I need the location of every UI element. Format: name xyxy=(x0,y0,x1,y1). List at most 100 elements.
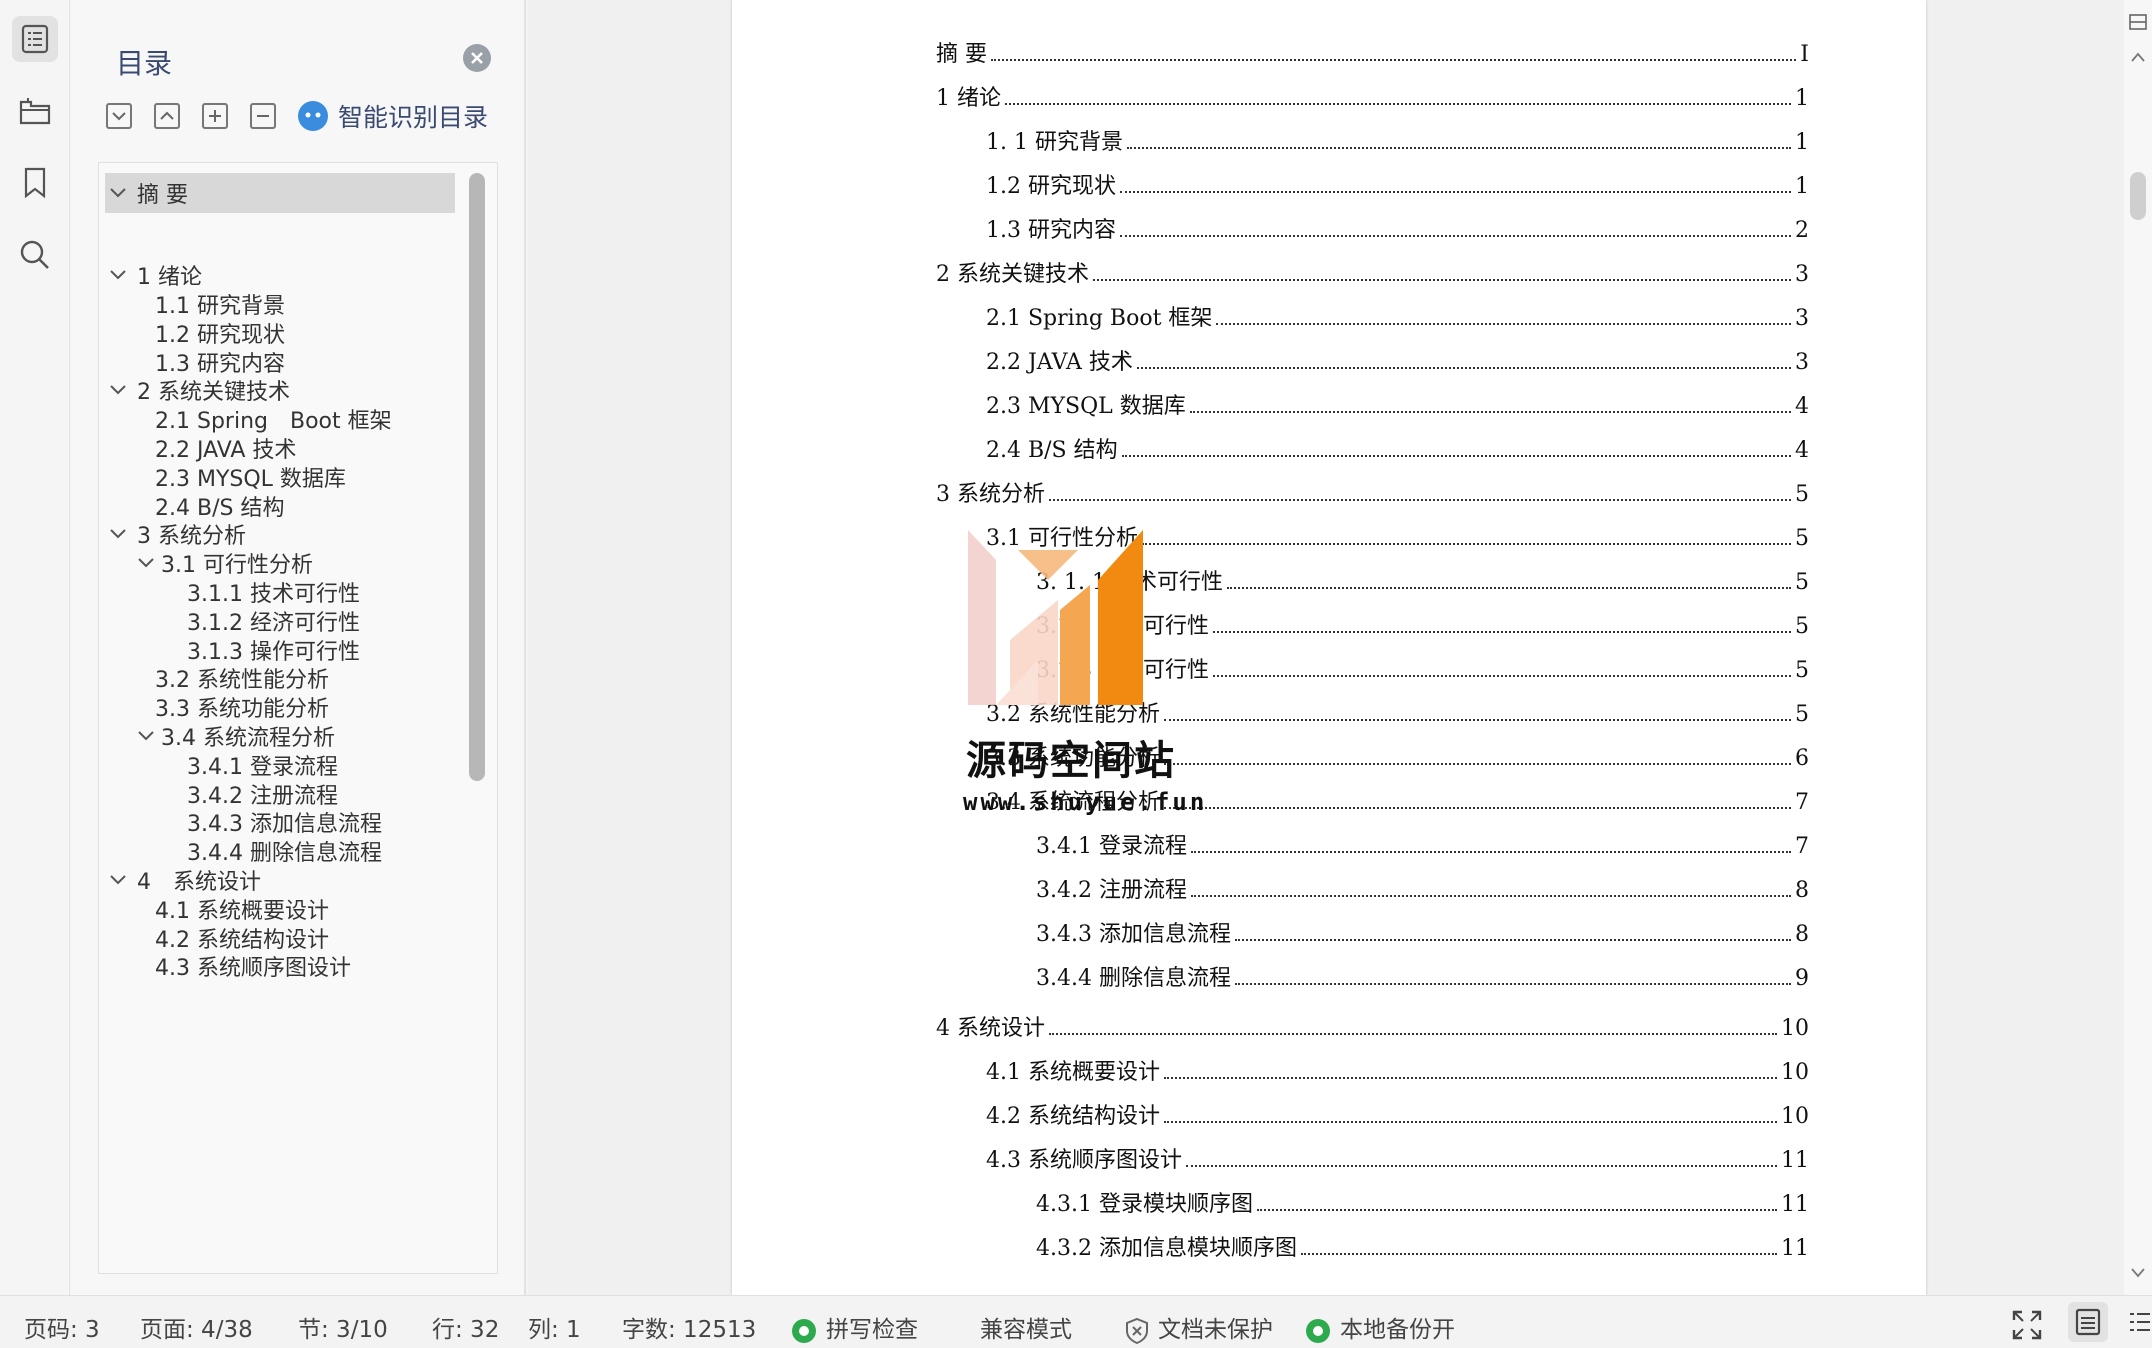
doc-toc-leader xyxy=(1256,1195,1777,1211)
close-icon[interactable] xyxy=(463,44,491,72)
doc-toc-page-number: 1 xyxy=(1795,130,1809,155)
doc-toc-line[interactable]: 3 系统分析 5 xyxy=(936,476,1809,516)
search-icon[interactable] xyxy=(12,232,58,278)
toc-tree: 摘 要 1 绪论 1.1 研究背景 1.2 研究现状 1.3 研究内容 2 系统… xyxy=(98,162,498,1274)
page-view-icon xyxy=(2075,1308,2101,1336)
doc-toc-label: 摘 要 xyxy=(936,42,987,67)
doc-toc-leader xyxy=(1300,1239,1777,1255)
toc-tree-item[interactable]: 4.3 系统顺序图设计 xyxy=(155,947,351,985)
remove-level-icon[interactable] xyxy=(250,103,276,129)
doc-toc-line[interactable]: 2 系统关键技术 3 xyxy=(936,256,1809,296)
doc-toc-page-number: 10 xyxy=(1781,1104,1809,1129)
smart-toc-button[interactable]: 智能识别目录 xyxy=(298,98,488,134)
chevron-down-icon[interactable] xyxy=(133,558,159,568)
doc-toc-leader xyxy=(1163,749,1791,765)
doc-toc-label: 4.3 系统顺序图设计 xyxy=(986,1148,1182,1173)
doc-toc-line[interactable]: 3.4.3 添加信息流程 8 xyxy=(1036,916,1809,956)
doc-toc-leader xyxy=(1119,177,1791,193)
doc-toc-line[interactable]: 摘 要I xyxy=(936,36,1809,76)
doc-toc-line[interactable]: 4.3 系统顺序图设计 11 xyxy=(986,1142,1809,1182)
doc-toc-line[interactable]: 4.3.2 添加信息模块顺序图 11 xyxy=(1036,1230,1809,1270)
doc-protect-button[interactable]: 文档未保护 xyxy=(1124,1310,1273,1345)
chevron-down-icon[interactable] xyxy=(105,188,131,198)
compat-mode-label[interactable]: 兼容模式 xyxy=(980,1310,1072,1344)
doc-toc-label: 1.2 研究现状 xyxy=(986,174,1116,199)
doc-toc-page-number: 1 xyxy=(1795,86,1809,111)
toc-scrollbar[interactable] xyxy=(469,173,485,781)
local-backup-icon xyxy=(1306,1318,1330,1343)
doc-toc-line[interactable]: 4.2 系统结构设计 10 xyxy=(986,1098,1809,1138)
status-section[interactable]: 节: 3/10 xyxy=(298,1310,388,1344)
doc-toc-page-number: 5 xyxy=(1795,526,1809,551)
doc-toc-leader xyxy=(1141,529,1791,545)
doc-toc-leader xyxy=(1190,837,1791,853)
doc-toc-page-number: 8 xyxy=(1795,922,1809,947)
add-level-icon[interactable] xyxy=(202,103,228,129)
status-col[interactable]: 列: 1 xyxy=(528,1310,581,1344)
status-page-code[interactable]: 页码: 3 xyxy=(24,1310,100,1344)
doc-toc-leader xyxy=(1163,1063,1777,1079)
doc-toc-label: 2 系统关键技术 xyxy=(936,262,1089,287)
doc-toc-leader xyxy=(1212,661,1791,677)
scroll-up-icon[interactable] xyxy=(2131,52,2145,62)
doc-toc-line[interactable]: 2.1 Spring Boot 框架 3 xyxy=(986,300,1809,340)
doc-toc-label: 2.1 Spring Boot 框架 xyxy=(986,306,1213,331)
doc-toc-line[interactable]: 3.4.1 登录流程 7 xyxy=(1036,828,1809,868)
page-view-button[interactable] xyxy=(2068,1302,2108,1342)
chevron-down-icon[interactable] xyxy=(105,875,131,885)
doc-toc-line[interactable]: 4 系统设计 10 xyxy=(936,1010,1809,1050)
doc-toc-line[interactable]: 2.2 JAVA 技术 3 xyxy=(986,344,1809,384)
doc-toc-line[interactable]: 1.3 研究内容 2 xyxy=(986,212,1809,252)
doc-toc-line[interactable]: 4.3.1 登录模块顺序图 11 xyxy=(1036,1186,1809,1226)
doc-toc-line[interactable]: 1 绪论 1 xyxy=(936,80,1809,120)
status-word-count[interactable]: 字数: 12513 xyxy=(622,1310,756,1344)
spell-check-button[interactable]: 拼写检查 xyxy=(792,1310,918,1344)
doc-toc-page-number: 5 xyxy=(1795,702,1809,727)
navigation-pane-icon[interactable] xyxy=(12,88,58,134)
doc-toc-page-number: 4 xyxy=(1795,394,1809,419)
doc-toc-leader xyxy=(1163,705,1791,721)
toc-icon[interactable] xyxy=(12,16,58,62)
status-bar: 页码: 3 页面: 4/38 节: 3/10 行: 32 列: 1 字数: 12… xyxy=(0,1295,2152,1348)
chevron-down-icon[interactable] xyxy=(105,385,131,395)
chevron-down-icon[interactable] xyxy=(105,270,131,280)
doc-toc-line[interactable]: 3.4.4 删除信息流程 9 xyxy=(1036,960,1809,1000)
fullscreen-icon[interactable] xyxy=(2012,1310,2042,1340)
doc-toc-page-number: 9 xyxy=(1795,966,1809,991)
smart-toc-icon xyxy=(298,101,328,131)
status-row[interactable]: 行: 32 xyxy=(432,1310,499,1344)
bookmark-icon[interactable] xyxy=(12,160,58,206)
doc-toc-leader xyxy=(1121,441,1791,457)
doc-toc-line[interactable]: 4.1 系统概要设计 10 xyxy=(986,1054,1809,1094)
doc-toc-leader xyxy=(1234,969,1791,985)
chevron-down-icon[interactable] xyxy=(133,731,159,741)
document-page[interactable]: 摘 要 I 1 绪论 1 1. 1 研究背景 1 1.2 研究现状 1 1.3 研究内容 2 2 系… xyxy=(732,0,1926,1295)
outline-view-icon[interactable] xyxy=(2128,1310,2150,1336)
split-view-icon[interactable] xyxy=(2129,14,2147,30)
doc-toc-line[interactable]: 2.3 MYSQL 数据库 4 xyxy=(986,388,1809,428)
doc-toc-leader xyxy=(1190,881,1791,897)
document-area: 摘 要 I 1 绪论 1 1. 1 研究背景 1 1.2 研究现状 1 1.3 研究内容 2 2 系… xyxy=(528,0,2124,1295)
chevron-down-icon[interactable] xyxy=(105,529,131,539)
collapse-all-icon[interactable] xyxy=(154,103,180,129)
doc-toc-page-number: 11 xyxy=(1781,1236,1809,1261)
doc-toc-line[interactable]: 3.4.2 注册流程 8 xyxy=(1036,872,1809,912)
toc-toolbar: 智能识别目录 xyxy=(106,98,488,134)
vertical-scroll-thumb[interactable] xyxy=(2130,172,2146,220)
toc-tree-item[interactable]: 摘 要 xyxy=(105,173,455,213)
doc-toc-leader xyxy=(1185,1151,1777,1167)
local-backup-button[interactable]: 本地备份开 xyxy=(1306,1310,1455,1344)
local-backup-label: 本地备份开 xyxy=(1340,1317,1455,1343)
scroll-down-icon[interactable] xyxy=(2131,1268,2145,1278)
status-page[interactable]: 页面: 4/38 xyxy=(140,1310,253,1344)
doc-toc-line[interactable]: 1.2 研究现状 1 xyxy=(986,168,1809,208)
expand-all-icon[interactable] xyxy=(106,103,132,129)
doc-toc-page-number: 4 xyxy=(1795,438,1809,463)
vertical-scrollbar[interactable] xyxy=(2124,0,2152,1295)
doc-toc-label: 4.2 系统结构设计 xyxy=(986,1104,1160,1129)
doc-toc-line[interactable]: 2.4 B/S 结构 4 xyxy=(986,432,1809,472)
left-rail xyxy=(0,0,70,1295)
doc-toc-line[interactable]: 1. 1 研究背景 1 xyxy=(986,124,1809,164)
doc-toc-label: 4.3.2 添加信息模块顺序图 xyxy=(1036,1236,1297,1261)
doc-toc-leader xyxy=(1126,133,1791,149)
